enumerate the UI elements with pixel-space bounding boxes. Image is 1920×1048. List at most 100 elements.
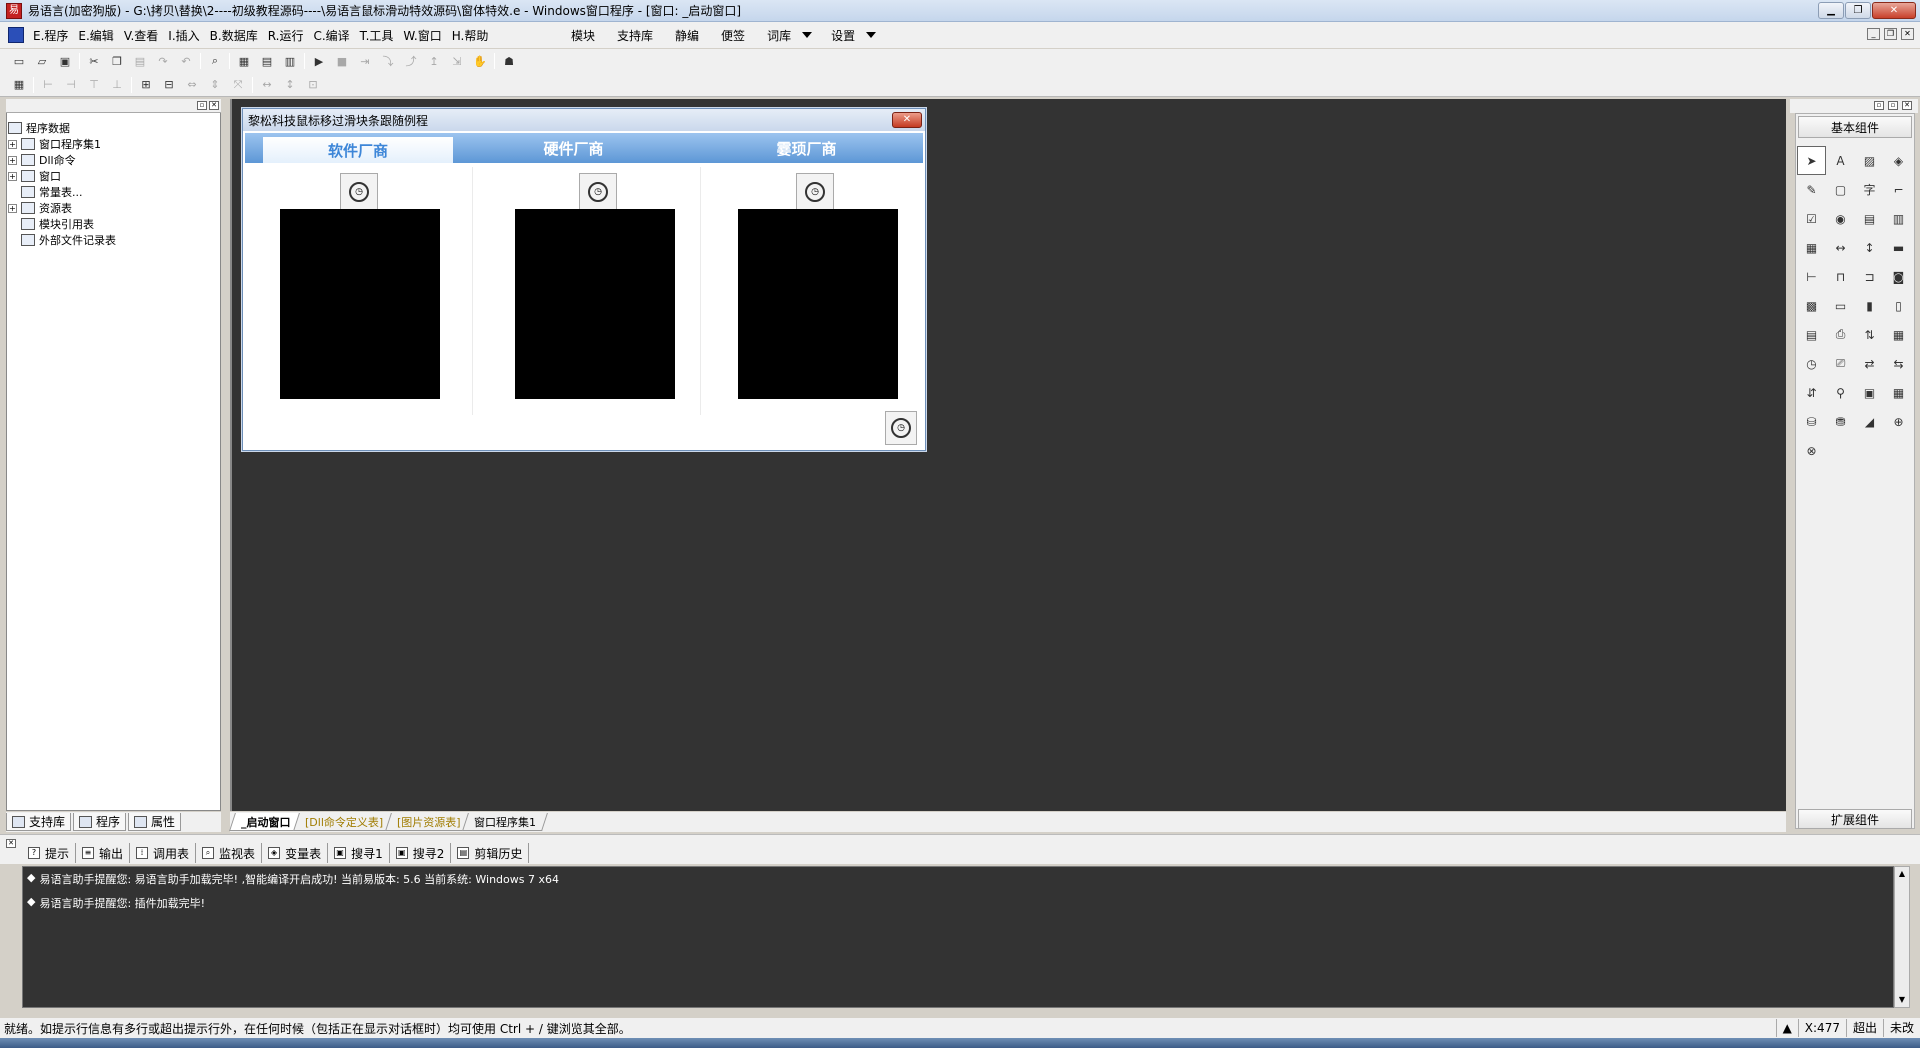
space-vertical-icon[interactable]: ↕	[281, 77, 299, 93]
tree-item-dll[interactable]: + Dll命令	[8, 152, 218, 168]
menu-notes[interactable]: 便签	[710, 27, 756, 44]
run-icon[interactable]: ▶	[310, 53, 328, 69]
grid-icon[interactable]: ▦	[1884, 378, 1913, 407]
client-icon[interactable]: ⇆	[1884, 349, 1913, 378]
bitmap-icon[interactable]: ▮	[1855, 291, 1884, 320]
doc-tab-image-resources[interactable]: [图片资源表]	[384, 813, 473, 831]
tab-properties[interactable]: 属性	[128, 813, 182, 831]
status-bar-icon[interactable]: ▤	[1797, 320, 1826, 349]
draw-board-icon[interactable]: ✎	[1797, 175, 1826, 204]
caret-up-icon[interactable]: ▲	[1775, 1019, 1798, 1037]
copy-icon[interactable]: ❐	[108, 53, 126, 69]
center-horizontal-icon[interactable]: ⊞	[137, 77, 155, 93]
expand-icon[interactable]: +	[8, 171, 17, 181]
app-icon[interactable]: 易	[6, 2, 22, 19]
chart-icon[interactable]: ◢	[1855, 407, 1884, 436]
timer-icon[interactable]: ◷	[1797, 349, 1826, 378]
edit-box-icon[interactable]: ▭	[1826, 291, 1855, 320]
same-size-icon[interactable]: ⤧	[229, 77, 247, 93]
odbc-icon[interactable]: ⊕	[1884, 407, 1913, 436]
scroll-v-icon[interactable]: ↕	[1855, 233, 1884, 262]
stop-icon[interactable]: ■	[333, 53, 351, 69]
progress-icon[interactable]: ▬	[1884, 233, 1913, 262]
center-vertical-icon[interactable]: ⊟	[160, 77, 178, 93]
doc-tab-start-window[interactable]: _启动窗口	[229, 813, 303, 831]
output-console[interactable]: ◆ 易语言助手提醒您: 易语言助手加载完毕! ,智能编译开启成功! 当前易版本: …	[22, 866, 1894, 1008]
spin-icon[interactable]: ⇅	[1855, 320, 1884, 349]
align-top-icon[interactable]: ⊤	[85, 77, 103, 93]
tab-other-vendor[interactable]: 霎顼厂商	[690, 133, 923, 163]
group-box-icon[interactable]: ▢	[1826, 175, 1855, 204]
find-icon[interactable]: ⌕	[206, 53, 224, 69]
extended-components-header[interactable]: 扩展组件	[1798, 809, 1912, 829]
tree-root[interactable]: 程序数据	[8, 120, 218, 136]
document-icon[interactable]	[8, 27, 24, 43]
image-box[interactable]	[280, 209, 440, 399]
step-icon[interactable]: ⇥	[356, 53, 374, 69]
tree-item-external-files[interactable]: 外部文件记录表	[8, 232, 218, 248]
panel-dock-button[interactable]: ▫	[1874, 101, 1884, 110]
tree-item-window[interactable]: + 窗口	[8, 168, 218, 184]
menu-window[interactable]: W.窗口	[398, 27, 446, 44]
save-icon[interactable]: ▣	[56, 53, 74, 69]
step-into-icon[interactable]: ⤵	[379, 53, 397, 69]
menu-view[interactable]: V.查看	[119, 27, 163, 44]
menu-support-lib[interactable]: 支持库	[606, 27, 664, 44]
same-width-icon[interactable]: ⇔	[183, 77, 201, 93]
db-provider-icon[interactable]: ⛁	[1797, 407, 1826, 436]
document-icon[interactable]: ▯	[1884, 291, 1913, 320]
menu-module[interactable]: 模块	[560, 27, 606, 44]
tab-hardware-vendor[interactable]: 硬件厂商	[457, 133, 690, 163]
tab-control-icon[interactable]: ⊐	[1855, 262, 1884, 291]
table-icon[interactable]: ▦	[1797, 233, 1826, 262]
slider-icon[interactable]: ⊢	[1797, 262, 1826, 291]
same-height-icon[interactable]: ⇕	[206, 77, 224, 93]
odbc-provider-icon[interactable]: ⊗	[1797, 436, 1826, 465]
scroll-up-icon[interactable]: ▲	[1895, 867, 1909, 881]
radio-icon[interactable]: ◉	[1826, 204, 1855, 233]
frame-icon[interactable]: ▣	[1855, 378, 1884, 407]
basic-components-header[interactable]: 基本组件	[1798, 116, 1912, 138]
checkbox-icon[interactable]: ☑	[1797, 204, 1826, 233]
tab-variables[interactable]: ◈ 变量表	[262, 843, 329, 863]
tab-support-lib[interactable]: 支持库	[6, 813, 72, 831]
tab-software-vendor[interactable]: 软件厂商	[263, 137, 453, 163]
image-box[interactable]	[515, 209, 675, 399]
mdi-minimize-button[interactable]: _	[1867, 28, 1880, 40]
tree-item-window-assembly[interactable]: + 窗口程序集1	[8, 136, 218, 152]
panel-float-button[interactable]: ▫	[1888, 101, 1898, 110]
tree-item-resources[interactable]: + 资源表	[8, 200, 218, 216]
panel-close-button[interactable]: ✕	[209, 101, 219, 110]
team-icon[interactable]: ☗	[500, 53, 518, 69]
tab-output[interactable]: ≡ 输出	[76, 843, 131, 863]
mdi-close-button[interactable]: ✕	[1901, 28, 1914, 40]
camera-icon[interactable]: ◙	[1884, 262, 1913, 291]
menu-lexicon[interactable]: 词库	[756, 27, 802, 44]
align-left-icon[interactable]: ⊢	[39, 77, 57, 93]
chevron-down-icon[interactable]	[866, 32, 877, 38]
port-icon[interactable]: ⚲	[1826, 378, 1855, 407]
server-icon[interactable]: ⇵	[1797, 378, 1826, 407]
listbox-icon[interactable]: ▤	[1855, 204, 1884, 233]
scroll-down-icon[interactable]: ▼	[1895, 993, 1909, 1007]
network-icon[interactable]: ⇄	[1855, 349, 1884, 378]
menu-compile[interactable]: C.编译	[308, 27, 354, 44]
align-right-icon[interactable]: ⊣	[62, 77, 80, 93]
output-scrollbar[interactable]: ▲ ▼	[1894, 866, 1910, 1008]
tab-search-2[interactable]: ▣ 搜寻2	[390, 843, 452, 863]
panel-close-button[interactable]: ✕	[1902, 101, 1912, 110]
menu-settings[interactable]: 设置	[820, 27, 866, 44]
paste-icon[interactable]: ▤	[131, 53, 149, 69]
panel-float-button[interactable]: ▫	[197, 101, 207, 110]
printer-icon[interactable]: ⎙	[1826, 320, 1855, 349]
doc-tab-window-assembly[interactable]: 窗口程序集1	[462, 813, 549, 831]
tab-search-1[interactable]: ▣ 搜寻1	[328, 843, 390, 863]
grid-icon[interactable]: ▦	[10, 77, 28, 93]
print-preview-icon[interactable]: ⎚	[1826, 349, 1855, 378]
pointer-icon[interactable]: ➤	[1797, 146, 1826, 175]
dialog-icon[interactable]: ▩	[1797, 291, 1826, 320]
line-icon[interactable]: ⌐	[1884, 175, 1913, 204]
tab-program[interactable]: 程序	[73, 813, 127, 831]
mdi-restore-button[interactable]: ❐	[1884, 28, 1897, 40]
menu-tools[interactable]: T.工具	[355, 27, 399, 44]
